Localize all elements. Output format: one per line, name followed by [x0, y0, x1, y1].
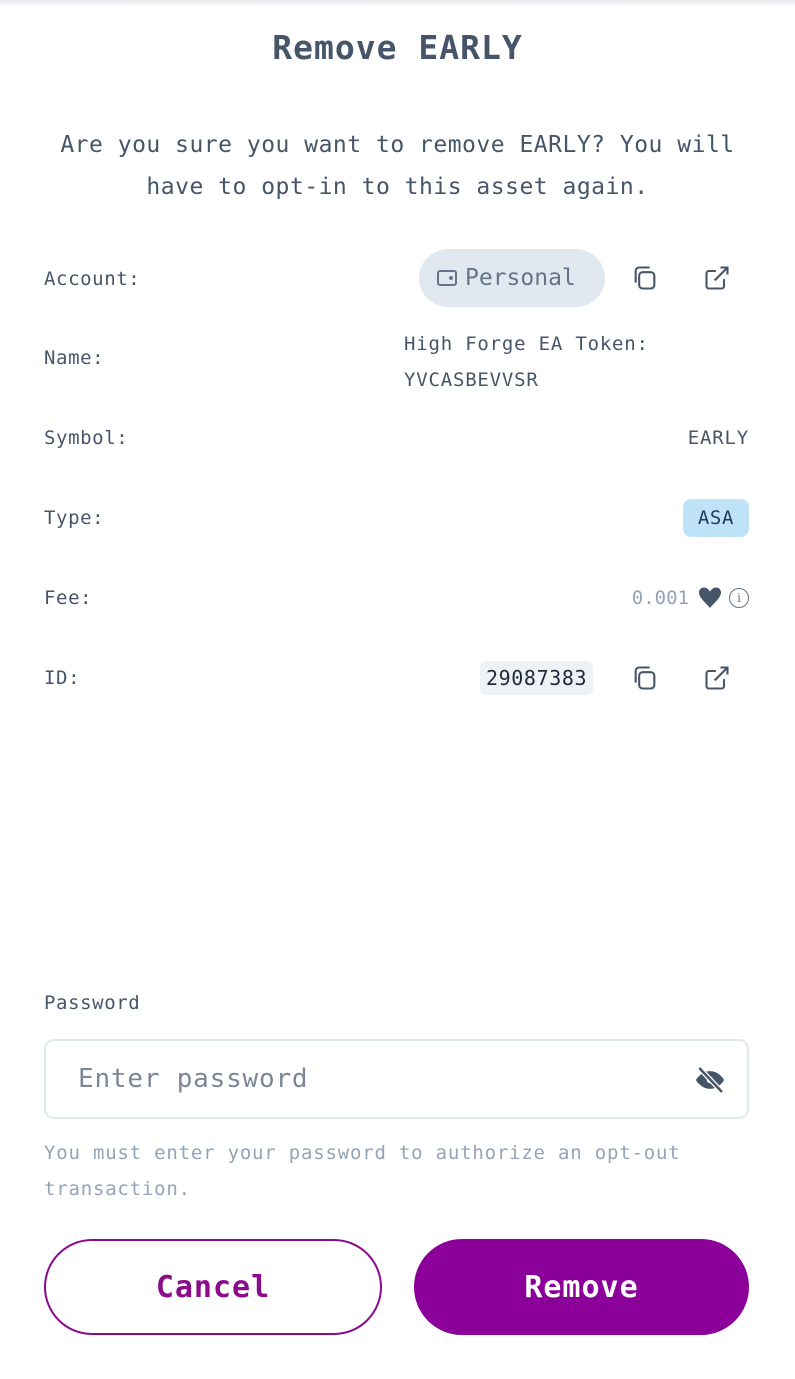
symbol-value: EARLY: [687, 427, 749, 449]
fee-value-group: 0.001 i: [632, 586, 749, 610]
password-input[interactable]: [78, 1059, 678, 1099]
fee-row: Fee: 0.001 i: [44, 568, 749, 628]
id-label: ID:: [44, 667, 81, 689]
copy-icon: [634, 266, 656, 290]
symbol-label: Symbol:: [44, 427, 129, 449]
account-label: Account:: [44, 268, 141, 290]
open-asset-explorer-button[interactable]: [697, 658, 737, 698]
open-account-explorer-button[interactable]: [697, 258, 737, 298]
copy-icon: [634, 666, 656, 690]
remove-button[interactable]: Remove: [414, 1239, 749, 1335]
cancel-button[interactable]: Cancel: [44, 1239, 382, 1335]
external-link-icon: [705, 666, 729, 690]
password-label: Password: [44, 992, 141, 1014]
eye-off-icon[interactable]: [695, 1065, 725, 1095]
external-link-icon: [705, 266, 729, 290]
dialog-title: Remove EARLY: [272, 28, 523, 67]
symbol-row: Symbol: EARLY: [44, 408, 749, 468]
account-name: Personal: [465, 265, 576, 291]
copy-account-button[interactable]: [625, 258, 665, 298]
name-row: Name: High Forge EA Token: YVCASBEVVSR: [44, 328, 749, 391]
password-helper-text: You must enter your password to authoriz…: [44, 1142, 681, 1200]
copy-id-button[interactable]: [625, 658, 665, 698]
fee-amount: 0.001: [631, 587, 689, 609]
fee-label: Fee:: [44, 587, 93, 609]
info-icon[interactable]: i: [729, 588, 749, 608]
dialog-message: Are you sure you want to remove EARLY? Y…: [60, 132, 735, 200]
asset-name-value: High Forge EA Token: YVCASBEVVSR: [404, 333, 649, 391]
account-pill[interactable]: Personal: [419, 249, 605, 307]
password-field-container: [44, 1039, 749, 1119]
type-row: Type: ASA: [44, 488, 749, 548]
account-row: Account: Personal: [44, 249, 749, 309]
algo-icon: [699, 587, 721, 608]
asset-id-value: 29087383: [480, 661, 594, 695]
name-label: Name:: [44, 347, 105, 369]
top-edge-shadow: [0, 0, 795, 6]
id-row: ID: 29087383: [44, 648, 749, 708]
wallet-icon: [437, 270, 457, 286]
type-label: Type:: [44, 507, 105, 529]
type-badge: ASA: [682, 499, 749, 537]
